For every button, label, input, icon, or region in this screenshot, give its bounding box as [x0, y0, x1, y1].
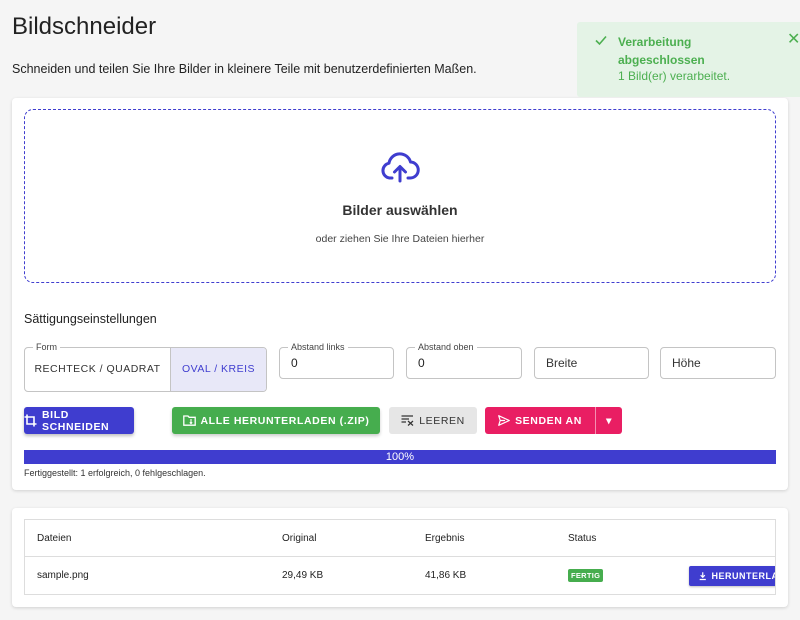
clear-button[interactable]: LEEREN: [389, 407, 477, 434]
result-size: 41,86 KB: [425, 570, 467, 581]
clear-list-icon: [401, 415, 414, 426]
page-subtitle: Schneiden und teilen Sie Ihre Bilder in …: [12, 62, 477, 76]
chevron-down-icon: ▾: [606, 414, 612, 427]
table-header-row: Dateien Original Ergebnis Status: [25, 520, 775, 557]
margin-left-label: Abstand links: [288, 342, 348, 353]
success-toast: Verarbeitung abgeschlossen 1 Bild(er) ve…: [577, 22, 800, 97]
original-size: 29,49 KB: [282, 570, 324, 581]
dropzone-subtitle: oder ziehen Sie Ihre Dateien hierher: [315, 233, 485, 245]
send-to-dropdown[interactable]: ▾: [595, 407, 622, 434]
header-status: Status: [568, 533, 597, 544]
table-row: sample.png 29,49 KB 41,86 KB FERTIG HERU…: [25, 557, 776, 594]
send-to-label: SENDEN AN: [515, 414, 582, 427]
clear-button-label: LEEREN: [419, 414, 465, 427]
shape-selector: Form RECHTECK / QUADRAT OVAL / KREIS: [24, 342, 267, 392]
status-badge: FERTIG: [568, 569, 604, 582]
height-field[interactable]: Höhe: [660, 347, 776, 379]
cropper-card: Bilder auswählen oder ziehen Sie Ihre Da…: [12, 98, 788, 490]
check-icon: [595, 35, 607, 46]
download-button[interactable]: HERUNTERLADEN: [689, 565, 776, 586]
progress-status: Fertiggestellt: 1 erfolgreich, 0 fehlges…: [24, 468, 206, 478]
page-title: Bildschneider: [12, 13, 157, 40]
folder-zip-icon: [182, 415, 196, 426]
progress-bar: 100%: [24, 450, 776, 464]
send-to-button[interactable]: SENDEN AN: [485, 407, 595, 434]
toast-message: 1 Bild(er) verarbeitet.: [618, 69, 731, 83]
crop-button-label: BILD SCHNEIDEN: [42, 408, 110, 433]
settings-title: Sättigungseinstellungen: [24, 312, 157, 326]
dropzone-title: Bilder auswählen: [342, 202, 458, 218]
download-icon: [699, 571, 706, 580]
header-result: Ergebnis: [425, 533, 465, 544]
margin-top-label: Abstand oben: [415, 342, 477, 353]
send-icon: [498, 415, 510, 426]
width-placeholder[interactable]: Breite: [546, 356, 577, 370]
crop-icon: [24, 414, 37, 427]
download-button-label: HERUNTERLADEN: [711, 570, 776, 581]
close-icon[interactable]: ✕: [787, 32, 800, 48]
width-field[interactable]: Breite: [534, 347, 649, 379]
margin-left-field[interactable]: Abstand links 0: [279, 342, 394, 379]
header-original: Original: [282, 533, 317, 544]
progress-label: 100%: [385, 451, 415, 463]
results-table: Dateien Original Ergebnis Status sample.…: [24, 519, 776, 595]
file-name: sample.png: [37, 570, 89, 581]
download-all-button[interactable]: ALLE HERUNTERLADEN (.ZIP): [172, 407, 380, 434]
margin-top-value[interactable]: 0: [418, 356, 425, 370]
shape-option-oval[interactable]: OVAL / KREIS: [170, 348, 266, 391]
file-dropzone[interactable]: Bilder auswählen oder ziehen Sie Ihre Da…: [24, 109, 776, 283]
results-card: Dateien Original Ergebnis Status sample.…: [12, 508, 788, 607]
toast-title: Verarbeitung abgeschlossen: [618, 35, 705, 67]
shape-option-rectangle[interactable]: RECHTECK / QUADRAT: [25, 348, 170, 391]
margin-left-value[interactable]: 0: [291, 356, 298, 370]
cloud-upload-icon: [381, 152, 420, 183]
margin-top-field[interactable]: Abstand oben 0: [406, 342, 522, 379]
download-all-label: ALLE HERUNTERLADEN (.ZIP): [200, 414, 370, 427]
crop-button[interactable]: BILD SCHNEIDEN: [24, 407, 134, 434]
height-placeholder[interactable]: Höhe: [672, 356, 701, 370]
header-files: Dateien: [37, 533, 72, 544]
